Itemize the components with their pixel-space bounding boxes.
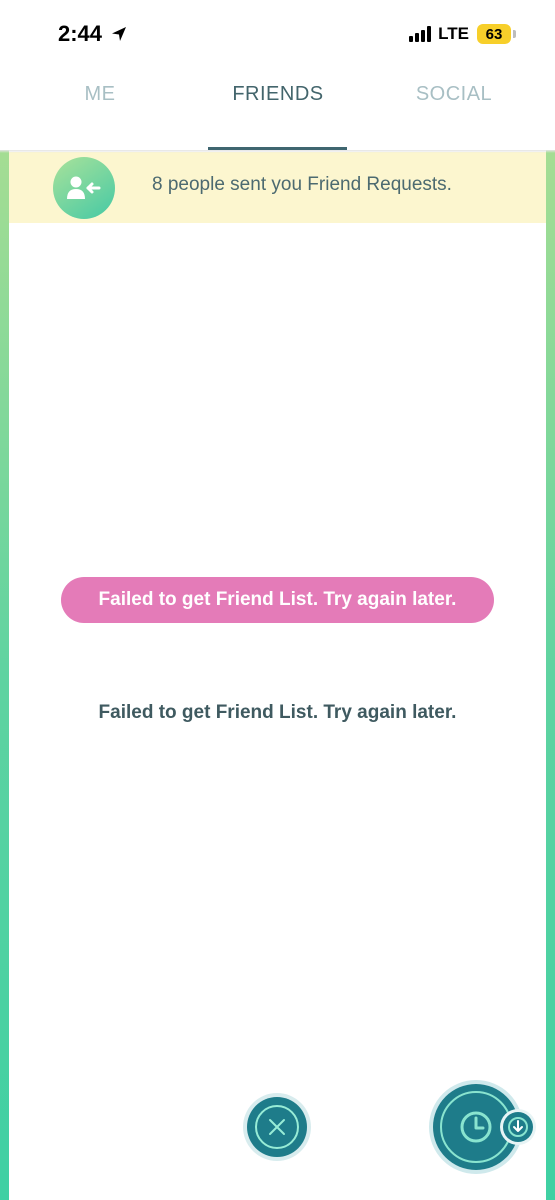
friend-request-banner[interactable]: 8 people sent you Friend Requests.: [9, 152, 546, 223]
add-friend-glyph: [67, 176, 101, 199]
tab-friends[interactable]: FRIENDS: [198, 72, 358, 116]
battery-cap: [513, 30, 516, 38]
right-border: [546, 150, 555, 1200]
close-button-ring: [255, 1105, 299, 1149]
tab-social[interactable]: SOCIAL: [394, 72, 514, 116]
close-button-inner: [247, 1097, 307, 1157]
empty-state-message: Failed to get Friend List. Try again lat…: [98, 702, 457, 723]
network-type: LTE: [438, 24, 469, 43]
clock-icon: [460, 1111, 492, 1143]
tab-bar: ME FRIENDS SOCIAL: [0, 62, 555, 151]
signal-icon: [409, 26, 432, 42]
status-bar: 2:44 LTE 63: [0, 0, 555, 62]
recent-badge-inner: [503, 1112, 533, 1142]
left-border: [0, 150, 9, 1200]
tab-bar-shadow: [0, 150, 555, 153]
friend-request-icon: [53, 157, 115, 219]
status-time: 2:44: [58, 21, 103, 46]
close-icon: [269, 1119, 285, 1135]
close-button[interactable]: [243, 1093, 311, 1161]
error-toast: Failed to get Friend List. Try again lat…: [61, 577, 494, 623]
arrow-down-icon: [508, 1117, 528, 1137]
recent-badge: [500, 1109, 536, 1145]
status-indicators: LTE 63: [409, 22, 516, 46]
friends-panel: 8 people sent you Friend Requests. Faile…: [9, 150, 546, 1200]
friend-request-text: 8 people sent you Friend Requests.: [152, 174, 452, 195]
tab-me[interactable]: ME: [40, 72, 160, 116]
battery-level: 63: [485, 25, 503, 43]
status-time-group: 2:44: [58, 20, 128, 48]
error-toast-text: Failed to get Friend List. Try again lat…: [98, 589, 457, 610]
battery-icon: 63: [477, 24, 516, 44]
location-arrow-icon: [112, 27, 127, 41]
